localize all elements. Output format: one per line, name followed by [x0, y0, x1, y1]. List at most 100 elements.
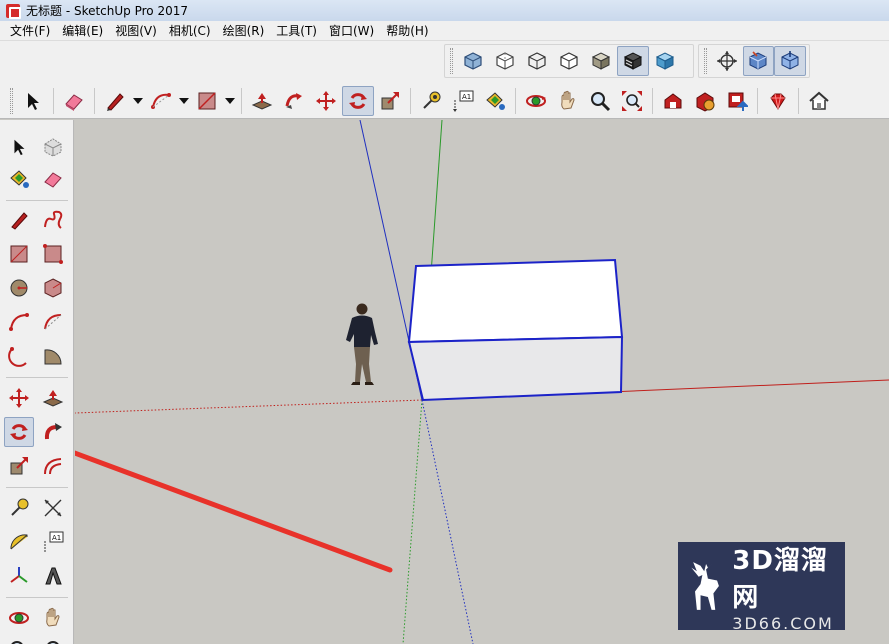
- pie-tool-button[interactable]: [38, 341, 68, 371]
- protractor-tool-button[interactable]: [4, 527, 34, 557]
- pan-tool-button[interactable]: [552, 86, 584, 116]
- select-tool-button[interactable]: [4, 132, 34, 162]
- monochrome-style-button[interactable]: [649, 46, 681, 76]
- arc-tool-button[interactable]: [145, 86, 177, 116]
- annotation-arrow: [75, 450, 393, 573]
- line-tool-dropdown[interactable]: [131, 86, 145, 116]
- warehouse-home-button[interactable]: [803, 86, 835, 116]
- watermark: 3D溜溜网 3D66.COM: [678, 540, 845, 633]
- menu-file[interactable]: 文件(F): [4, 22, 56, 39]
- dimension-tool-button[interactable]: [38, 493, 68, 523]
- offset-tool-button[interactable]: [38, 451, 68, 481]
- move-tool-button[interactable]: [4, 383, 34, 413]
- rectangle-icon: [10, 245, 28, 263]
- text-tool-button[interactable]: A1: [447, 86, 479, 116]
- push-pull-icon: [42, 390, 64, 407]
- tape-measure-tool-button[interactable]: [415, 86, 447, 116]
- freehand-tool-button[interactable]: [38, 205, 68, 235]
- shape-tool-dropdown[interactable]: [223, 86, 237, 116]
- three-point-arc-tool-button[interactable]: [4, 341, 34, 371]
- axes-tool-button[interactable]: [4, 561, 34, 591]
- follow-me-tool-button[interactable]: [278, 86, 310, 116]
- extension-warehouse-icon: [696, 92, 715, 112]
- push-pull-icon: [251, 93, 273, 110]
- tool-row: [4, 341, 68, 371]
- circle-tool-button[interactable]: [4, 273, 34, 303]
- menu-camera[interactable]: 相机(C): [163, 22, 217, 39]
- toolbar-separator: [6, 377, 68, 378]
- zoom-tool-button[interactable]: [584, 86, 616, 116]
- watermark-text: 3D溜溜网 3D66.COM: [732, 540, 845, 633]
- text-tool-button[interactable]: A1: [38, 527, 68, 557]
- shaded-textures-style-button[interactable]: [617, 46, 649, 76]
- rectangle-tool-button[interactable]: [191, 86, 223, 116]
- menu-help[interactable]: 帮助(H): [380, 22, 434, 39]
- paint-bucket-tool-button[interactable]: [479, 86, 511, 116]
- scale-tool-button[interactable]: [4, 451, 34, 481]
- menu-bar: 文件(F) 编辑(E) 视图(V) 相机(C) 绘图(R) 工具(T) 窗口(W…: [0, 21, 889, 41]
- ruby-console-button[interactable]: [762, 86, 794, 116]
- green-axis-negative: [402, 399, 423, 644]
- push-pull-tool-button[interactable]: [246, 86, 278, 116]
- pan-tool-button[interactable]: [38, 603, 68, 633]
- select-tool-button[interactable]: [17, 86, 49, 116]
- scale-figure[interactable]: [346, 303, 378, 386]
- menu-edit[interactable]: 编辑(E): [56, 22, 109, 39]
- 3d-warehouse-button[interactable]: [657, 86, 689, 116]
- zoom-extents-tool-button[interactable]: [616, 86, 648, 116]
- zoom-tool-button[interactable]: [4, 635, 34, 644]
- iso-view-button[interactable]: [742, 46, 775, 76]
- top-view-button[interactable]: [774, 46, 806, 76]
- orbit-button[interactable]: [711, 46, 743, 76]
- xray-style-button[interactable]: [457, 46, 489, 76]
- large-tool-set-toolbar: A1: [0, 120, 74, 644]
- two-point-arc-icon: [44, 314, 62, 330]
- polygon-tool-button[interactable]: [38, 273, 68, 303]
- deer-logo-icon: [691, 562, 719, 610]
- rectangle-tool-button[interactable]: [4, 239, 34, 269]
- rotate-tool-button[interactable]: [342, 86, 374, 116]
- toolbar-grip[interactable]: [450, 48, 453, 74]
- 3d-text-tool-button[interactable]: [38, 561, 68, 591]
- arc-tool-button[interactable]: [4, 307, 34, 337]
- toolbar-grip[interactable]: [10, 88, 13, 114]
- follow-me-tool-button[interactable]: [38, 417, 68, 447]
- eraser-icon: [44, 172, 62, 188]
- wireframe-style-button[interactable]: [521, 46, 553, 76]
- watermark-url: 3D66.COM: [732, 613, 834, 633]
- menu-view[interactable]: 视图(V): [109, 22, 163, 39]
- blue-axis-negative: [421, 399, 474, 644]
- toolbar-grip[interactable]: [704, 48, 707, 74]
- push-pull-tool-button[interactable]: [38, 383, 68, 413]
- share-model-button[interactable]: [721, 86, 753, 116]
- make-component-button[interactable]: [38, 132, 68, 162]
- eraser-tool-button[interactable]: [38, 164, 68, 194]
- scale-tool-button[interactable]: [374, 86, 406, 116]
- menu-window[interactable]: 窗口(W): [323, 22, 380, 39]
- orbit-tool-button[interactable]: [520, 86, 552, 116]
- warehouse-icon: [664, 93, 682, 109]
- toolbar-separator: [410, 88, 411, 114]
- menu-draw[interactable]: 绘图(R): [217, 22, 271, 39]
- paint-bucket-tool-button[interactable]: [4, 164, 34, 194]
- line-tool-button[interactable]: [4, 205, 34, 235]
- back-edges-style-button[interactable]: [489, 46, 521, 76]
- two-point-arc-tool-button[interactable]: [38, 307, 68, 337]
- polygon-icon: [44, 278, 62, 298]
- menu-tools[interactable]: 工具(T): [270, 22, 323, 39]
- drawing-viewport[interactable]: 3D溜溜网 3D66.COM: [75, 120, 889, 644]
- shaded-style-button[interactable]: [585, 46, 617, 76]
- move-tool-button[interactable]: [310, 86, 342, 116]
- rotated-rectangle-tool-button[interactable]: [38, 239, 68, 269]
- arc-tool-dropdown[interactable]: [177, 86, 191, 116]
- zoom-window-tool-button[interactable]: [38, 635, 68, 644]
- red-axis-negative: [75, 399, 423, 414]
- box-model[interactable]: [407, 258, 624, 402]
- rotate-tool-button[interactable]: [4, 417, 34, 447]
- hidden-line-style-button[interactable]: [553, 46, 585, 76]
- tape-measure-tool-button[interactable]: [4, 493, 34, 523]
- extension-warehouse-button[interactable]: [689, 86, 721, 116]
- line-tool-button[interactable]: [99, 86, 131, 116]
- orbit-tool-button[interactable]: [4, 603, 34, 633]
- eraser-tool-button[interactable]: [58, 86, 90, 116]
